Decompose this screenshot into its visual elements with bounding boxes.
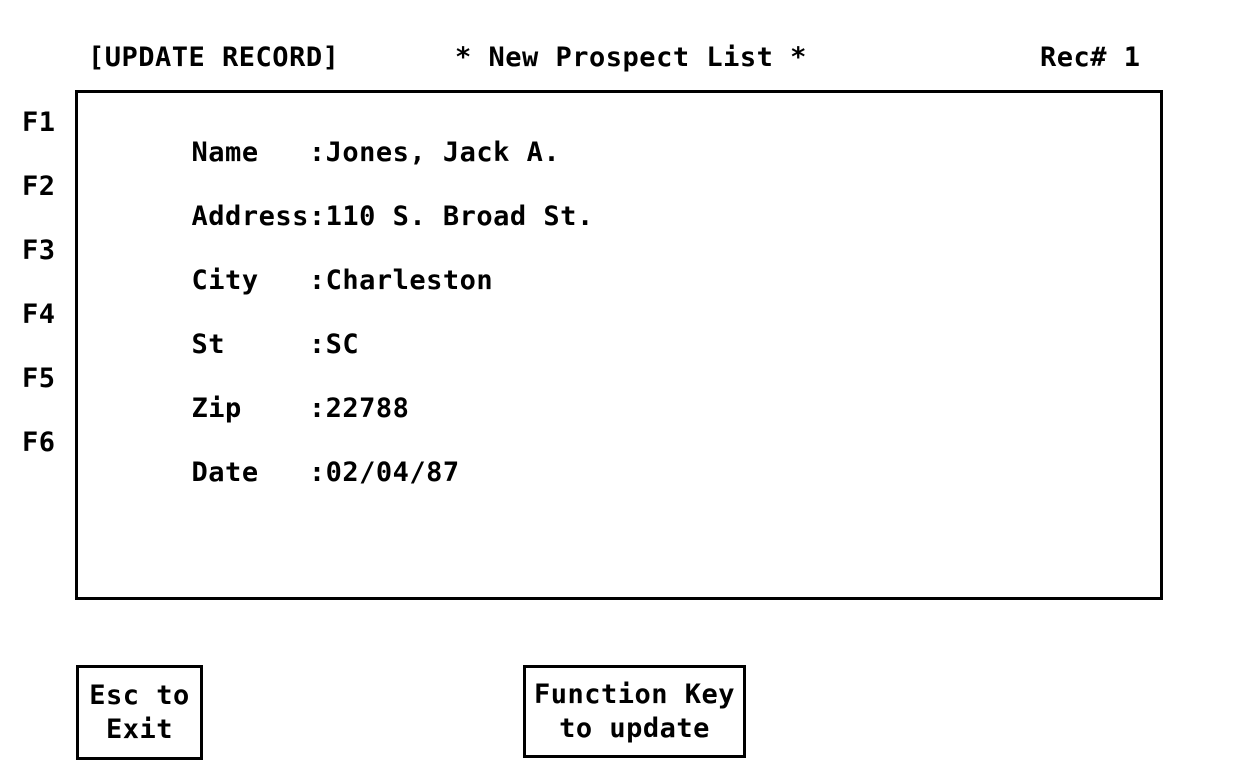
screen-header: [UPDATE RECORD] * New Prospect List * Re… <box>0 38 1242 78</box>
field-label-city: City <box>191 265 309 296</box>
field-value-name[interactable]: Jones, Jack A. <box>326 137 561 168</box>
function-key-f4[interactable]: F4 <box>22 300 72 330</box>
field-colon-city: : <box>308 265 326 296</box>
function-key-gutter: F1 F2 F3 F4 F5 F6 <box>0 90 75 600</box>
exit-button-line2: Exit <box>105 713 174 745</box>
field-value-zip[interactable]: 22788 <box>326 393 410 424</box>
field-row-state[interactable]: St :SC <box>91 300 359 360</box>
field-colon-date: : <box>308 457 326 488</box>
function-key-f5[interactable]: F5 <box>22 364 72 394</box>
field-value-city[interactable]: Charleston <box>326 265 494 296</box>
update-button-line1: Function Key <box>533 678 736 710</box>
field-row-date[interactable]: Date :02/04/87 <box>91 428 460 488</box>
record-field-list: Name :Jones, Jack A. Address:110 S. Broa… <box>75 90 1163 600</box>
update-button[interactable]: Function Key to update <box>523 665 746 758</box>
field-label-address: Address <box>191 201 309 232</box>
field-label-state: St <box>191 329 309 360</box>
update-button-line2: to update <box>559 712 710 744</box>
field-value-address[interactable]: 110 S. Broad St. <box>326 201 594 232</box>
field-row-address[interactable]: Address:110 S. Broad St. <box>91 172 594 232</box>
field-row-zip[interactable]: Zip :22788 <box>91 364 409 424</box>
field-label-date: Date <box>191 457 309 488</box>
field-colon-zip: : <box>308 393 326 424</box>
terminal-screen: [UPDATE RECORD] * New Prospect List * Re… <box>0 0 1242 770</box>
field-colon-name: : <box>308 137 326 168</box>
exit-button-line1: Esc to <box>89 679 190 711</box>
function-key-f6[interactable]: F6 <box>22 428 72 458</box>
field-row-city[interactable]: City :Charleston <box>91 236 493 296</box>
field-label-name: Name <box>191 137 309 168</box>
field-label-zip: Zip <box>191 393 309 424</box>
field-value-date[interactable]: 02/04/87 <box>326 457 460 488</box>
exit-button[interactable]: Esc to Exit <box>76 665 203 760</box>
function-key-f3[interactable]: F3 <box>22 236 72 266</box>
field-row-name[interactable]: Name :Jones, Jack A. <box>91 108 560 168</box>
field-colon-state: : <box>308 329 326 360</box>
mode-indicator: [UPDATE RECORD] <box>88 42 340 73</box>
page-title: * New Prospect List * <box>455 42 807 73</box>
field-colon-address: : <box>308 201 326 232</box>
field-value-state[interactable]: SC <box>326 329 360 360</box>
record-counter: Rec# 1 <box>1040 42 1141 73</box>
function-key-f2[interactable]: F2 <box>22 172 72 202</box>
function-key-f1[interactable]: F1 <box>22 108 72 138</box>
